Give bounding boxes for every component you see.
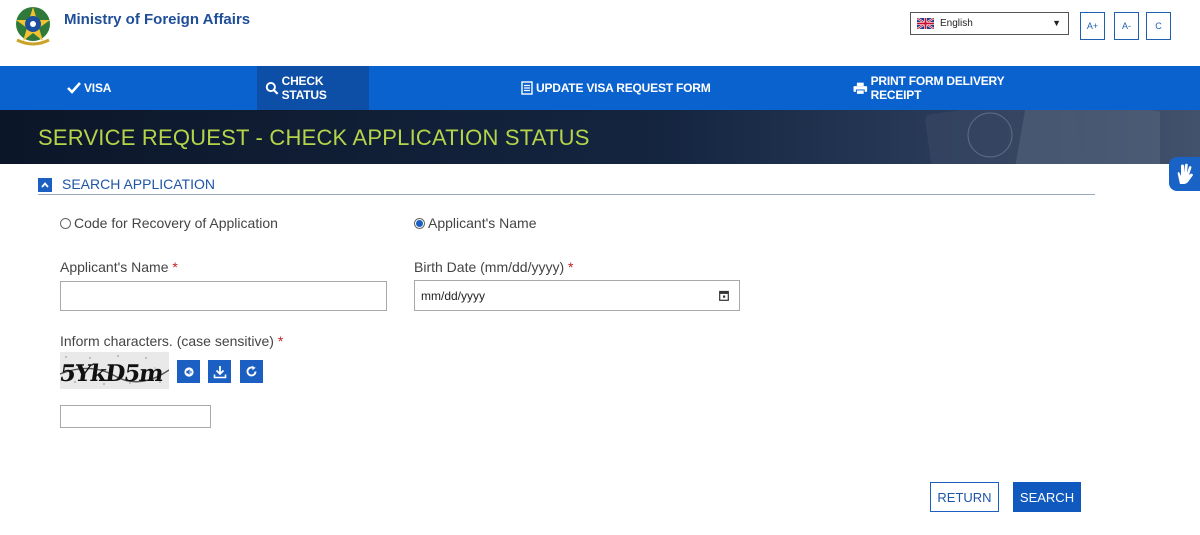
nav-item-update-visa-form[interactable]: UPDATE VISA REQUEST FORM bbox=[521, 66, 711, 110]
calendar-icon[interactable] bbox=[719, 290, 729, 301]
nav-item-label: VISA bbox=[84, 81, 112, 95]
applicant-name-label: Applicant's Name * bbox=[60, 259, 178, 275]
radio-recovery-code[interactable]: Code for Recovery of Application bbox=[60, 215, 278, 231]
check-icon bbox=[67, 82, 81, 94]
coat-of-arms-icon bbox=[16, 7, 50, 46]
speaker-icon bbox=[183, 366, 194, 377]
radio-button[interactable] bbox=[60, 217, 71, 229]
return-button[interactable]: RETURN bbox=[930, 482, 999, 512]
passport-decor-icon bbox=[925, 110, 1160, 164]
document-icon bbox=[521, 81, 533, 95]
contrast-button[interactable]: C bbox=[1146, 12, 1171, 40]
nav-item-label: UPDATE VISA REQUEST FORM bbox=[536, 81, 711, 95]
collapse-button[interactable] bbox=[38, 178, 52, 192]
hand-icon bbox=[1177, 163, 1193, 184]
applicant-name-input[interactable] bbox=[60, 281, 387, 311]
page-title: SERVICE REQUEST - CHECK APPLICATION STAT… bbox=[38, 125, 590, 150]
radio-label: Applicant's Name bbox=[428, 215, 537, 231]
chevron-up-icon bbox=[41, 182, 49, 188]
page-banner: SERVICE REQUEST - CHECK APPLICATION STAT… bbox=[0, 110, 1200, 164]
top-header: Ministry of Foreign Affairs English ▼ A+… bbox=[0, 0, 1200, 66]
radio-label: Code for Recovery of Application bbox=[74, 215, 278, 231]
captcha-refresh-button[interactable] bbox=[240, 360, 263, 383]
radio-button-selected[interactable] bbox=[414, 217, 425, 229]
label-text: Applicant's Name bbox=[60, 259, 169, 275]
download-icon bbox=[213, 365, 226, 378]
nav-item-label: CHECK STATUS bbox=[281, 74, 327, 102]
search-button[interactable]: SEARCH bbox=[1013, 482, 1081, 512]
language-value: English bbox=[940, 18, 973, 29]
ministry-title[interactable]: Ministry of Foreign Affairs bbox=[64, 11, 250, 28]
nav-item-print-receipt[interactable]: PRINT FORM DELIVERY RECEIPT bbox=[853, 66, 1053, 110]
birth-date-label: Birth Date (mm/dd/yyyy) * bbox=[414, 259, 573, 275]
required-mark: * bbox=[568, 259, 574, 275]
captcha-input[interactable] bbox=[60, 405, 211, 428]
printer-icon bbox=[853, 82, 868, 95]
captcha-text: 5YkD5m bbox=[60, 360, 165, 387]
label-text: Birth Date (mm/dd/yyyy) bbox=[414, 259, 565, 275]
search-icon bbox=[265, 81, 279, 95]
refresh-icon bbox=[246, 365, 257, 377]
font-decrease-button[interactable]: A- bbox=[1114, 12, 1139, 40]
label-text: Inform characters. (case sensitive) bbox=[60, 333, 274, 349]
uk-flag-icon bbox=[917, 18, 934, 29]
main-nav: VISA CHECK STATUS UPDATE VISA REQUEST FO… bbox=[0, 66, 1200, 110]
nav-item-check-status[interactable]: CHECK STATUS bbox=[257, 66, 369, 110]
font-increase-button[interactable]: A+ bbox=[1080, 12, 1105, 40]
section-title: SEARCH APPLICATION bbox=[62, 176, 216, 192]
sign-language-button[interactable] bbox=[1169, 157, 1200, 191]
language-select[interactable]: English ▼ bbox=[910, 12, 1069, 35]
chevron-down-icon: ▼ bbox=[1052, 18, 1061, 28]
captcha-image: 5YkD5m bbox=[60, 352, 169, 389]
search-application-section: SEARCH APPLICATION bbox=[38, 175, 1095, 195]
captcha-download-button[interactable] bbox=[208, 360, 231, 383]
required-mark: * bbox=[277, 333, 284, 349]
captcha-label: Inform characters. (case sensitive) * bbox=[60, 333, 283, 349]
radio-applicant-name[interactable]: Applicant's Name bbox=[414, 215, 537, 231]
captcha-audio-button[interactable] bbox=[177, 360, 200, 383]
nav-item-label: PRINT FORM DELIVERY RECEIPT bbox=[870, 74, 1005, 102]
date-placeholder: mm/dd/yyyy bbox=[421, 288, 486, 303]
required-mark: * bbox=[172, 259, 178, 275]
nav-item-visa[interactable]: VISA bbox=[67, 66, 127, 110]
birth-date-input[interactable]: mm/dd/yyyy bbox=[414, 280, 740, 311]
